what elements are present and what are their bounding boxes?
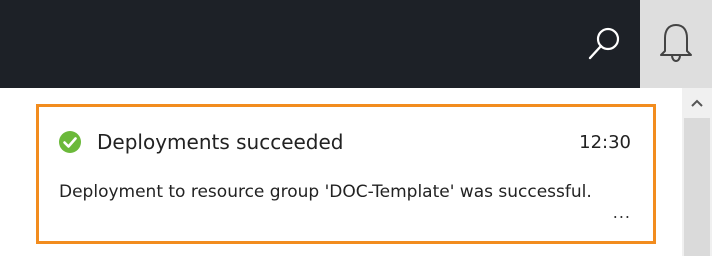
- search-button[interactable]: [568, 8, 640, 80]
- scroll-up-button[interactable]: [682, 88, 712, 118]
- notifications-button[interactable]: [640, 0, 712, 88]
- bell-icon: [660, 24, 692, 63]
- notification-title: Deployments succeeded: [97, 130, 344, 154]
- scrollbar[interactable]: [682, 88, 712, 256]
- chevron-up-icon: [691, 99, 703, 107]
- notification-card[interactable]: Deployments succeeded 12:30 Deployment t…: [36, 104, 656, 244]
- top-bar: [0, 0, 712, 88]
- search-icon: [588, 27, 620, 60]
- notification-time: 12:30: [579, 132, 631, 153]
- notification-message: Deployment to resource group 'DOC-Templa…: [59, 182, 592, 202]
- more-options-button[interactable]: ...: [613, 203, 631, 222]
- scroll-thumb[interactable]: [684, 118, 710, 256]
- success-check-icon: [59, 131, 81, 153]
